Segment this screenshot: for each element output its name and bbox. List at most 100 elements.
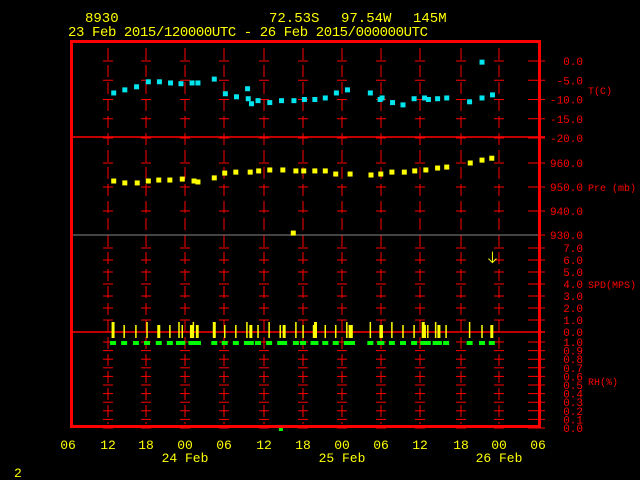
pressure-point [256,168,262,174]
rh-point [466,341,473,345]
rh-point [132,341,139,345]
temperature-point [489,92,495,98]
temperature-point [168,80,174,86]
pressure-axis-label: Pre (mb) [588,183,636,195]
temperature-point [379,95,385,101]
temperature-point [233,94,239,100]
temperature-point [255,98,261,104]
rh-point [332,341,339,345]
meteogram: 8930 72.53S 97.54W 145M 23 Feb 2015/1200… [14,11,636,480]
temperature-tick-label: 0.0 [563,57,583,69]
rh-point [266,341,273,345]
x-tick-label: 06 [530,438,546,453]
pressure-point [156,177,162,183]
temperature-point [156,79,162,85]
pressure-point [195,179,201,185]
rh-point [435,341,442,345]
rh-point [424,341,431,345]
rh-point [312,341,319,345]
rh-point [121,341,128,345]
temperature-point [267,100,273,106]
relative-humidity-tick-label: 0.0 [563,424,583,436]
rh-point [110,341,117,345]
pressure-point [247,169,253,175]
pressure-point [479,157,485,163]
temperature-point [479,59,485,65]
rh-point [155,341,162,345]
temperature-point [189,80,195,86]
rh-point [479,341,486,345]
x-tick-label: 12 [256,438,272,453]
temperature-point [145,79,151,85]
wind-speed-tick-label: 3.0 [563,292,583,304]
temperature-point [344,87,350,93]
temperature-point [411,96,417,102]
temperature-tick-label: -15.0 [550,115,583,127]
temperature-point [248,101,254,107]
temperature-point [245,86,251,92]
rh-point [144,341,151,345]
pressure-point [333,171,339,177]
temperature-point [444,95,450,101]
pressure-point [122,180,128,186]
temperature-tick-label: -10.0 [550,96,583,108]
pressure-point [312,168,318,174]
pressure-point [290,230,296,236]
pressure-point [489,155,495,161]
rh-point [255,341,262,345]
x-tick-label: 12 [412,438,428,453]
pressure-point [444,164,450,170]
pressure-point [233,169,239,175]
pressure-point [467,160,473,166]
rh-point [349,341,356,345]
temperature-point [211,76,217,82]
pressure-point [423,167,429,173]
temperature-point [195,80,201,86]
pressure-point [412,168,418,174]
rh-point [399,341,406,345]
pressure-point [267,167,273,173]
rh-point [179,341,186,345]
wind-speed-tick-label: 2.0 [563,304,583,316]
relative-humidity-axis-label: RH(%) [588,377,618,389]
pressure-point [167,177,173,183]
pressure-point [211,175,217,181]
temperature-point [301,97,307,102]
x-date-label: 26 Feb [476,451,523,466]
time-range: 23 Feb 2015/120000UTC - 26 Feb 2015/0000… [68,25,428,41]
wind-speed-tick-label: 6.0 [563,256,583,268]
wind-speed-tick-label: 1.0 [563,316,583,328]
pressure-point [389,169,395,175]
x-tick-label: 06 [373,438,389,453]
wind-speed-axis-label: SPD(MPS) [588,280,636,292]
temperature-point [435,96,441,102]
x-tick-label: 18 [453,438,469,453]
pressure-point [368,172,374,178]
rh-point [281,341,288,345]
pressure-point [301,168,307,174]
x-tick-label: 18 [138,438,154,453]
temperature-point [279,98,285,104]
rh-point [378,341,385,345]
temperature-point [390,100,396,106]
rh-point [411,341,418,345]
temperature-point [178,81,184,87]
pressure-tick-label: 930.0 [550,231,583,243]
rh-point [367,341,374,345]
rh-point [488,341,495,345]
pressure-point [111,178,117,184]
pressure-point [378,171,384,177]
temperature-point [111,90,117,96]
temperature-point [333,90,339,96]
temperature-tick-label: -20.0 [550,134,583,146]
frame-number: 2 [14,466,22,480]
pressure-tick-label: 960.0 [550,159,583,171]
temperature-point [222,91,228,97]
wind-speed-tick-label: 5.0 [563,268,583,280]
temperature-point [425,97,431,102]
pressure-point [401,169,407,175]
rh-point [221,341,228,345]
rh-point [194,341,201,345]
pressure-point [322,168,328,174]
rh-point [443,341,450,345]
